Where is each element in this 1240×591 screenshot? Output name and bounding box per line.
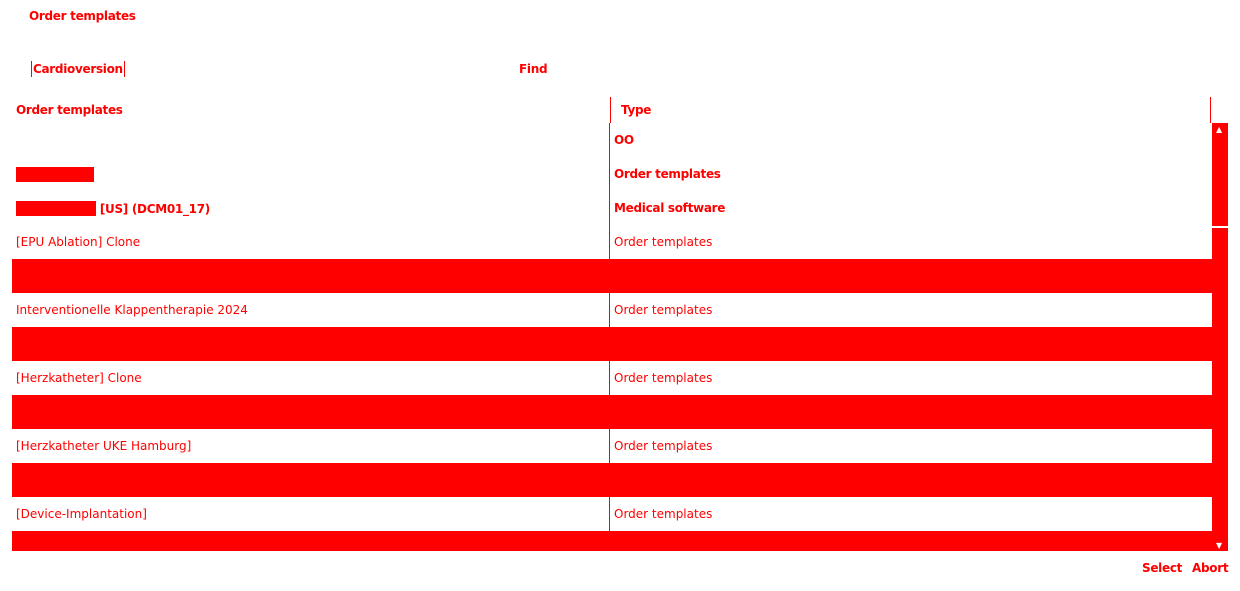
table-row[interactable]: [Device-Implantation] Order templates	[12, 497, 1212, 531]
cell-name	[12, 327, 610, 361]
scroll-down-icon[interactable]: ▼	[1216, 541, 1222, 550]
cell-type: Order templates	[611, 429, 1211, 463]
cell-name: [Herzkatheter UKE Hamburg]	[12, 429, 610, 463]
cell-type: Medical software	[611, 191, 1211, 225]
column-divider[interactable]	[1210, 97, 1211, 123]
cell-type-text: Order templates	[614, 167, 721, 181]
table-row[interactable]: [Herzkatheter UKE Hamburg] Order template…	[12, 429, 1212, 463]
table-row[interactable]: OO	[12, 123, 1212, 157]
abort-button[interactable]: Abort	[1192, 561, 1229, 575]
find-button[interactable]: Find	[519, 62, 548, 76]
scroll-up-icon[interactable]: ▲	[1216, 125, 1222, 134]
cell-name	[12, 157, 610, 191]
cell-type-text: Order templates	[614, 303, 713, 317]
cell-name	[12, 123, 610, 157]
cell-name-text: [Device-Implantation]	[16, 507, 147, 521]
table-row[interactable]: [US] (DCM01_17) Medical software	[12, 191, 1212, 225]
cell-name: Interventionelle Klappentherapie 2024	[12, 293, 610, 327]
column-header-order-templates[interactable]: Order templates	[16, 103, 123, 117]
templates-table: Order templates Type OO Order templates […	[12, 97, 1212, 551]
cell-type	[611, 463, 1211, 497]
cell-name-text: Interventionelle Klappentherapie 2024	[16, 303, 248, 317]
cell-type-text: Order templates	[614, 439, 713, 453]
column-divider[interactable]	[610, 97, 611, 123]
table-row[interactable]	[12, 463, 1212, 497]
cell-name-text: [EPU Ablation] Clone	[16, 235, 141, 249]
cell-type-text: OO	[614, 133, 634, 147]
table-row[interactable]: [Herzkatheter] Clone Order templates	[12, 361, 1212, 395]
table-row[interactable]: [EPU Ablation] Clone Order templates	[12, 225, 1212, 259]
cell-name	[12, 259, 610, 293]
table-row[interactable]: Interventionelle Klappentherapie 2024 Ord…	[12, 293, 1212, 327]
cell-name: [EPU Ablation] Clone	[12, 225, 610, 259]
cell-name-text: [Herzkatheter UKE Hamburg]	[16, 439, 192, 453]
cell-type-text: Order templates	[614, 507, 713, 521]
table-row[interactable]	[12, 327, 1212, 361]
cell-type: Order templates	[611, 293, 1211, 327]
cell-name	[12, 395, 610, 429]
table-header: Order templates Type	[12, 97, 1212, 123]
cell-name-text: [Herzkatheter] Clone	[16, 371, 142, 385]
table-row[interactable]	[12, 259, 1212, 293]
cell-type-text: Medical software	[614, 201, 726, 215]
cell-name	[12, 463, 610, 497]
dialog-title: Order templates	[29, 9, 136, 23]
cell-type	[611, 259, 1211, 293]
cell-type: Order templates	[611, 157, 1211, 191]
highlight-mark	[16, 167, 94, 182]
cell-name: [Device-Implantation]	[12, 497, 610, 531]
cell-type: OO	[611, 123, 1211, 157]
table-body: OO Order templates [US] (DCM01_17) Medical…	[12, 123, 1212, 551]
cell-name: [Herzkatheter] Clone	[12, 361, 610, 395]
cell-name: [US] (DCM01_17)	[12, 191, 610, 225]
table-row[interactable]: Order templates	[12, 157, 1212, 191]
cell-type: Order templates	[611, 497, 1211, 531]
cell-type: Order templates	[611, 361, 1211, 395]
select-button[interactable]: Select	[1142, 561, 1182, 575]
column-header-type[interactable]: Type	[621, 103, 651, 117]
search-input[interactable]: Cardioversion	[31, 61, 125, 77]
cell-type: Order templates	[611, 225, 1211, 259]
cell-type-text: Order templates	[614, 235, 713, 249]
cell-name-text: [US] (DCM01_17)	[99, 202, 210, 216]
cell-type-text: Order templates	[614, 371, 713, 385]
scrollbar-thumb[interactable]	[1212, 226, 1228, 228]
cell-type	[611, 395, 1211, 429]
cell-type	[611, 327, 1211, 361]
table-row[interactable]	[12, 395, 1212, 429]
vertical-scrollbar[interactable]: ▲ ▼	[1212, 123, 1228, 551]
highlight-mark	[16, 201, 96, 216]
